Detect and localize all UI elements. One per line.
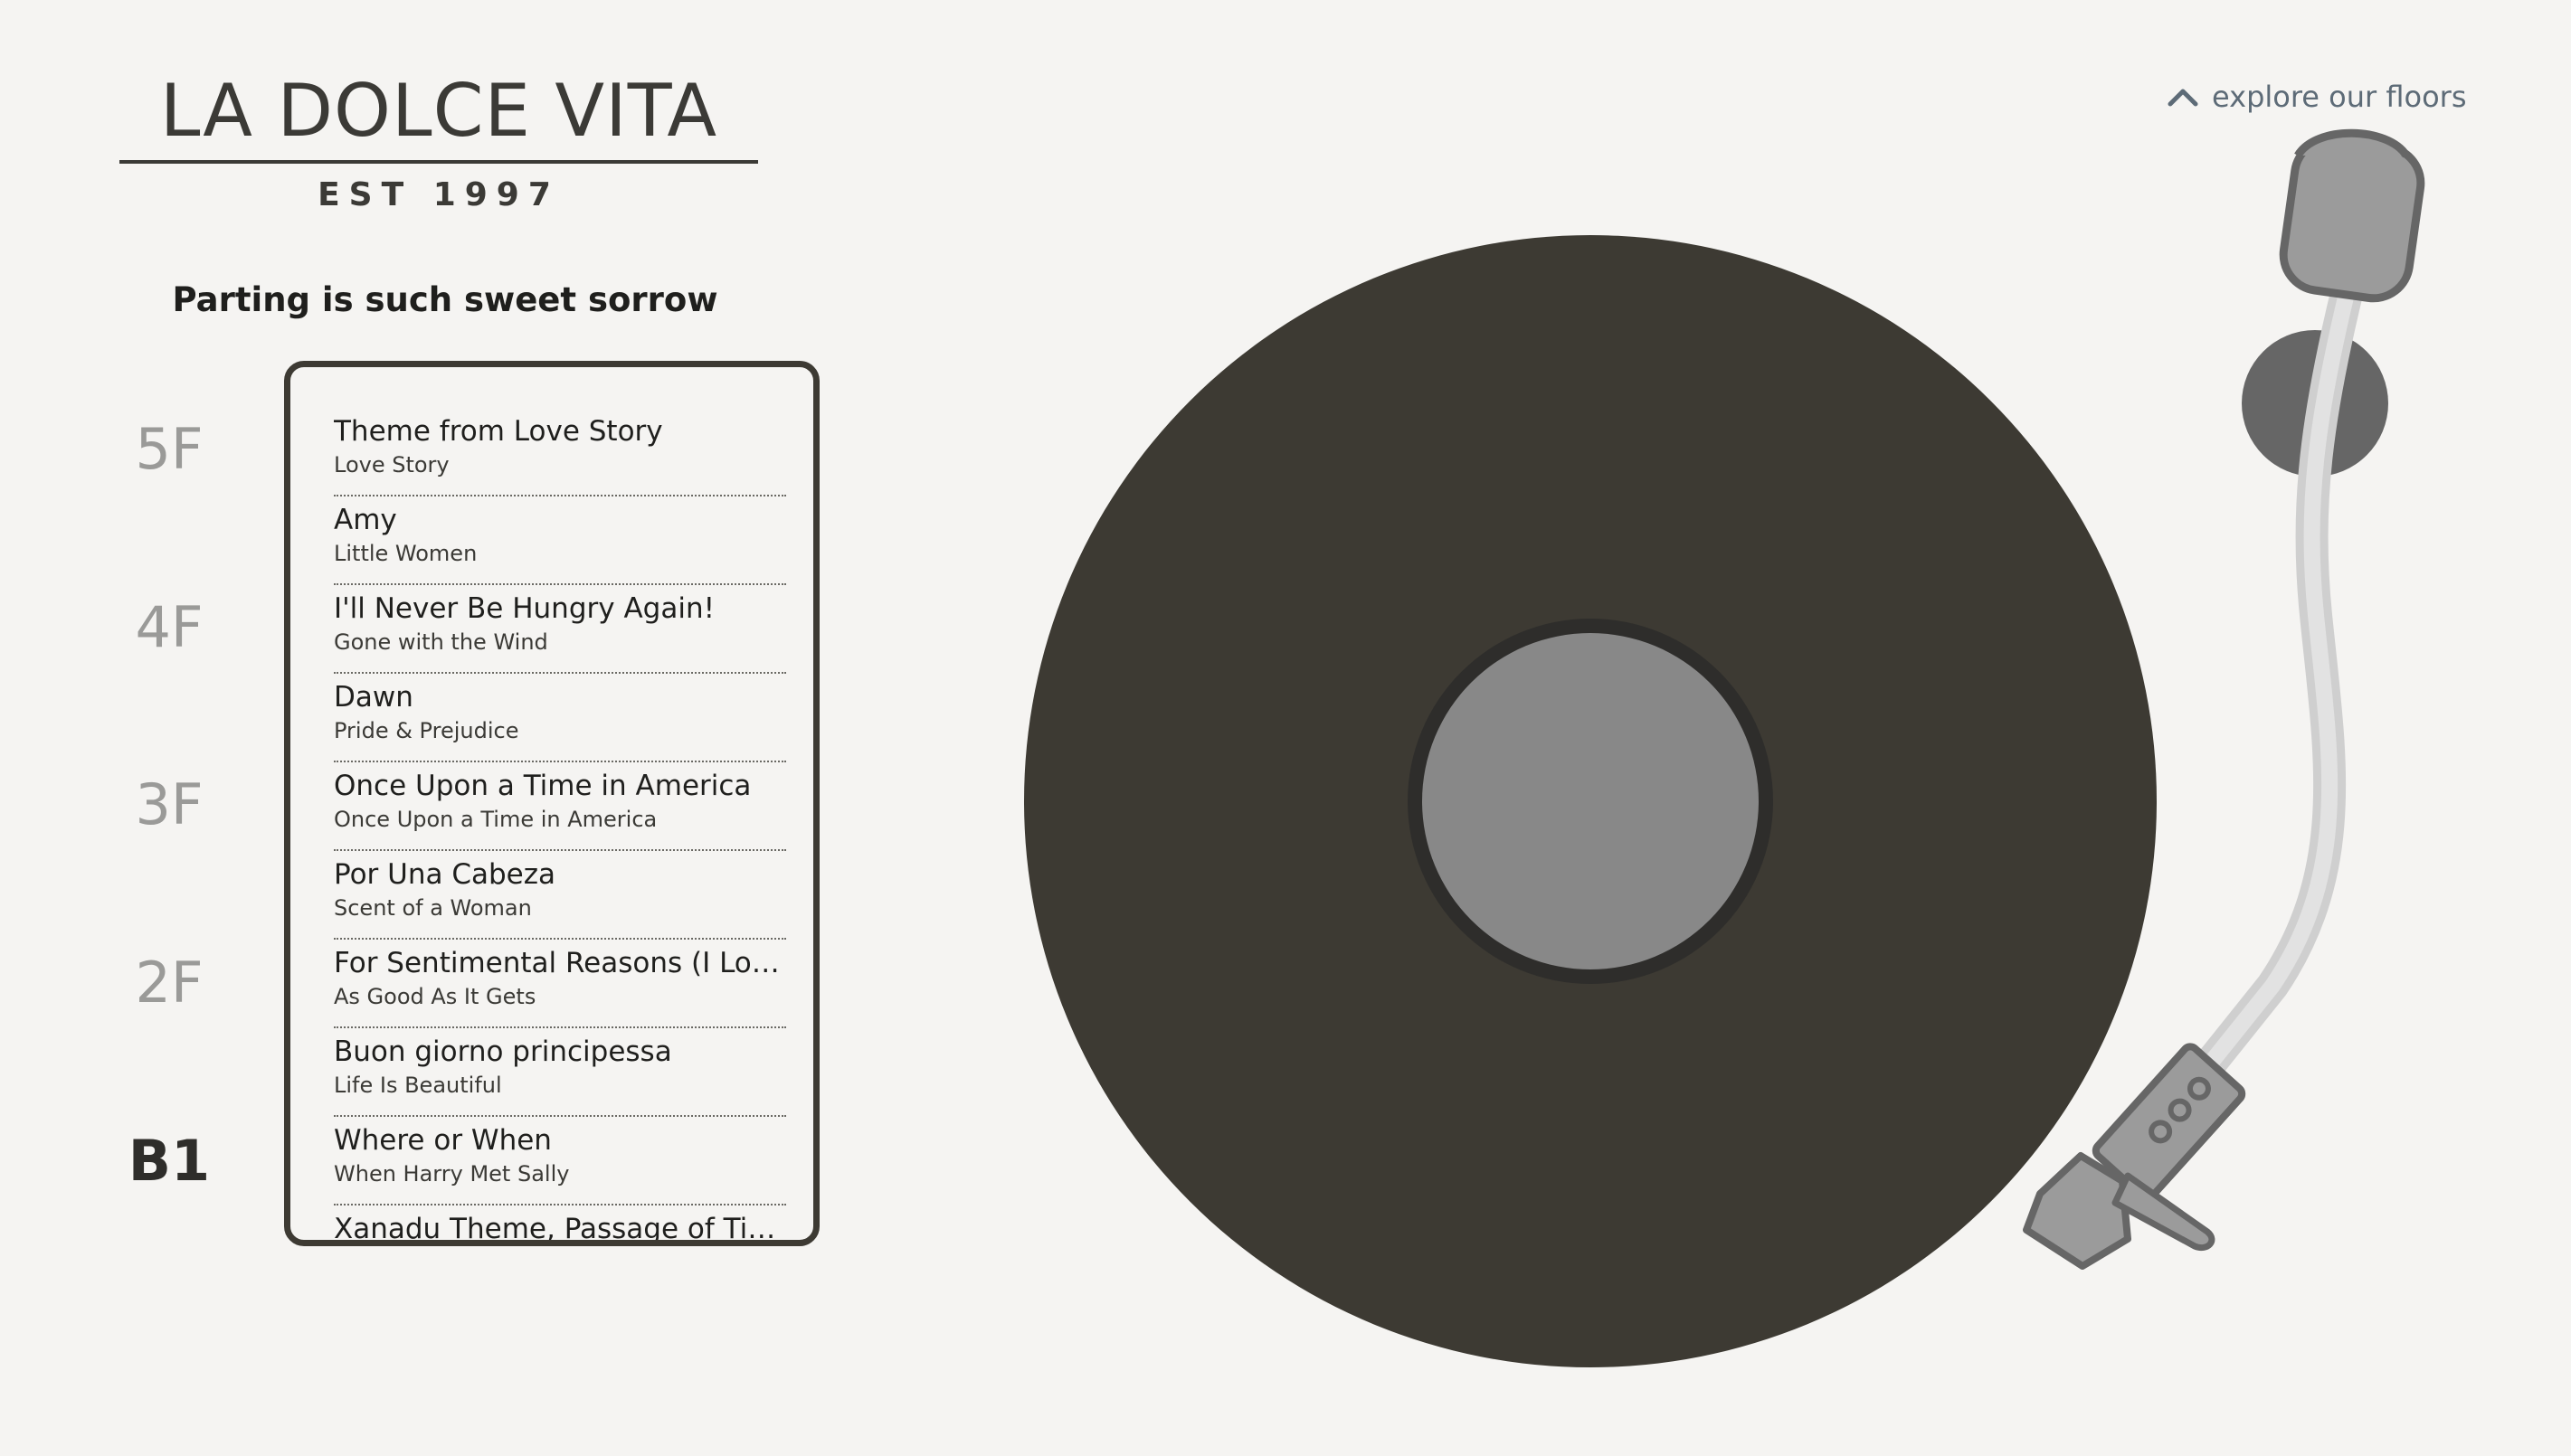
track-film: Life Is Beautiful [334, 1073, 502, 1098]
track-item[interactable]: Buon giorno principessa Life Is Beautifu… [334, 1026, 786, 1117]
track-title: Once Upon a Time in America [334, 770, 752, 802]
track-film: When Harry Met Sally [334, 1161, 570, 1187]
floor-4f[interactable]: 4F [119, 594, 219, 660]
vinyl-record[interactable] [1024, 235, 2157, 1367]
track-item[interactable]: Xanadu Theme, Passage of Time [334, 1204, 786, 1245]
floor-2f[interactable]: 2F [119, 950, 219, 1016]
track-title: Theme from Love Story [334, 415, 663, 448]
track-film: Scent of a Woman [334, 895, 532, 921]
track-title: Por Una Cabeza [334, 858, 556, 891]
track-title: I'll Never Be Hungry Again! [334, 592, 716, 625]
track-title: Dawn [334, 681, 413, 714]
track-film: Pride & Prejudice [334, 718, 519, 743]
page-subtitle: Parting is such sweet sorrow [172, 280, 718, 319]
track-film: Gone with the Wind [334, 629, 548, 655]
track-film: Little Women [334, 541, 478, 566]
chevron-up-icon [2168, 89, 2198, 107]
track-film: Once Upon a Time in America [334, 807, 658, 832]
floor-3f[interactable]: 3F [119, 771, 219, 837]
record-label [1422, 633, 1759, 969]
track-item[interactable]: I'll Never Be Hungry Again! Gone with th… [334, 583, 786, 674]
brand-title: LA DOLCE VITA [119, 63, 758, 164]
track-item[interactable]: For Sentimental Reasons (I Love Y... As … [334, 938, 786, 1028]
track-title: Buon giorno principessa [334, 1035, 672, 1068]
brand-established: EST 1997 [318, 176, 560, 213]
track-title: Amy [334, 504, 397, 536]
playlist[interactable]: Theme from Love Story Love Story Amy Lit… [284, 361, 820, 1246]
track-film: Love Story [334, 452, 450, 477]
track-item[interactable]: Por Una Cabeza Scent of a Woman [334, 849, 786, 940]
track-title: Xanadu Theme, Passage of Time [334, 1213, 786, 1245]
tonearm-counterweight [2279, 135, 2425, 303]
cartridge [2023, 1152, 2131, 1270]
track-item[interactable]: Where or When When Harry Met Sally [334, 1115, 786, 1205]
explore-floors-link[interactable]: explore our floors [2167, 74, 2466, 119]
track-title: For Sentimental Reasons (I Love Y... [334, 947, 786, 979]
track-item[interactable]: Amy Little Women [334, 495, 786, 585]
brand-logo: LA DOLCE VITA EST 1997 [119, 63, 758, 213]
counterweight-cap [2294, 128, 2410, 158]
track-title: Where or When [334, 1124, 552, 1157]
floor-b1[interactable]: B1 [119, 1128, 219, 1194]
track-item[interactable]: Theme from Love Story Love Story [334, 406, 786, 496]
explore-floors-label: explore our floors [2212, 80, 2467, 114]
track-item[interactable]: Once Upon a Time in America Once Upon a … [334, 761, 786, 851]
floor-5f[interactable]: 5F [119, 416, 219, 482]
track-film: As Good As It Gets [334, 984, 536, 1009]
track-item[interactable]: Dawn Pride & Prejudice [334, 672, 786, 762]
